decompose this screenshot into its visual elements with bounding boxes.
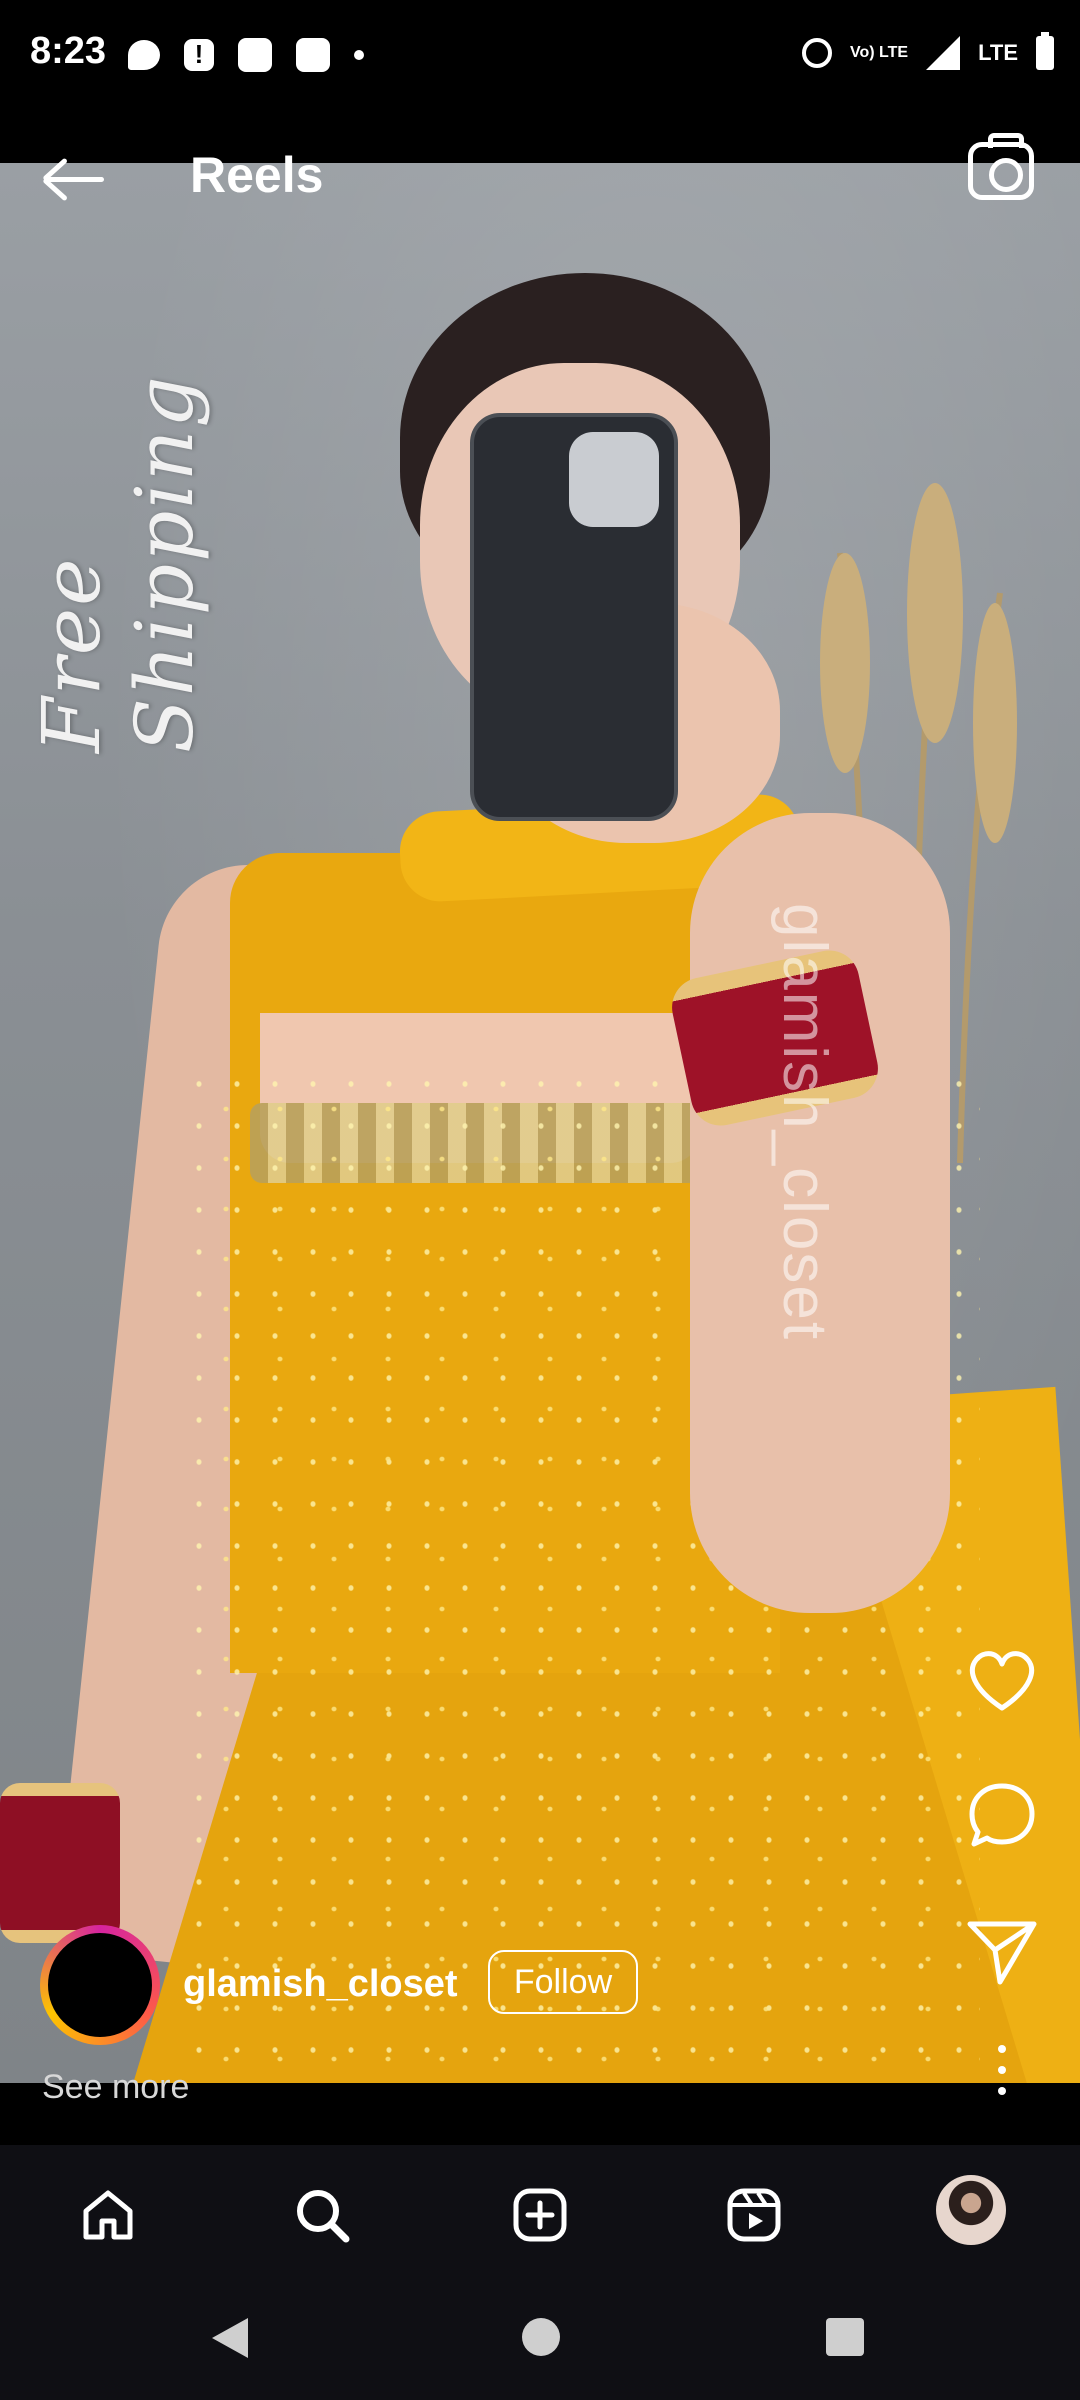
video-watermark: glamish_closet: [770, 903, 839, 1342]
signal-icon: [926, 36, 961, 70]
notification-icon: [296, 38, 330, 72]
status-notification-icons: [128, 38, 364, 72]
notification-icon: [238, 38, 272, 72]
home-circle-icon[interactable]: [522, 2318, 560, 2356]
more-dot: [998, 2087, 1006, 2095]
phone-in-hand: [470, 413, 678, 821]
more-dot: [998, 2066, 1006, 2074]
bottom-navigation: [0, 2145, 1080, 2275]
nav-home[interactable]: [78, 2185, 138, 2245]
volte-icon: Vo) LTE: [850, 44, 909, 61]
home-icon: [83, 2190, 133, 2240]
arrow-left-icon: [46, 177, 104, 182]
more-options-button[interactable]: [962, 2045, 1042, 2095]
back-icon[interactable]: [212, 2318, 248, 2358]
reel-video[interactable]: Free Shipping glamish_closet: [0, 163, 1080, 2083]
page-title: Reels: [190, 147, 324, 203]
nav-create[interactable]: [510, 2185, 570, 2245]
status-system-icons: Vo) LTE LTE: [802, 32, 1054, 70]
dot-icon: [354, 50, 364, 60]
left-bangles: [0, 1783, 120, 1943]
share-button[interactable]: [962, 1912, 1042, 1992]
search-icon: [297, 2190, 350, 2243]
send-icon: [967, 1921, 1037, 1985]
see-more-link[interactable]: See more: [42, 2068, 189, 2107]
recents-icon[interactable]: [826, 2318, 864, 2356]
reels-icon: [727, 2188, 781, 2242]
more-vertical-icon: [998, 2045, 1006, 2053]
nav-profile-avatar[interactable]: [936, 2175, 1006, 2245]
alert-icon: [184, 39, 214, 71]
author-username[interactable]: glamish_closet: [183, 1963, 458, 2006]
system-navigation-bar: [0, 2275, 1080, 2400]
status-bar: 8:23 Vo) LTE LTE: [0, 0, 1080, 115]
camera-button[interactable]: [968, 133, 1034, 200]
like-button[interactable]: [962, 1640, 1042, 1720]
nav-reels[interactable]: [724, 2185, 784, 2245]
create-icon: [513, 2188, 567, 2242]
lte-signal-icon: LTE: [978, 40, 1018, 65]
back-button[interactable]: [40, 148, 110, 208]
author-avatar[interactable]: [48, 1933, 152, 2037]
follow-button[interactable]: Follow: [488, 1950, 638, 2014]
chat-bubble-icon: [128, 40, 160, 70]
phone-camera: [569, 432, 659, 527]
comment-icon: [969, 1783, 1035, 1847]
nav-search[interactable]: [292, 2185, 352, 2245]
camera-icon: [989, 158, 1023, 192]
heart-icon: [970, 1651, 1034, 1711]
alarm-icon: [802, 38, 833, 68]
status-time: 8:23: [30, 30, 107, 72]
comment-button[interactable]: [962, 1776, 1042, 1856]
battery-icon: [1036, 32, 1054, 70]
free-shipping-overlay: Free Shipping: [25, 374, 211, 753]
